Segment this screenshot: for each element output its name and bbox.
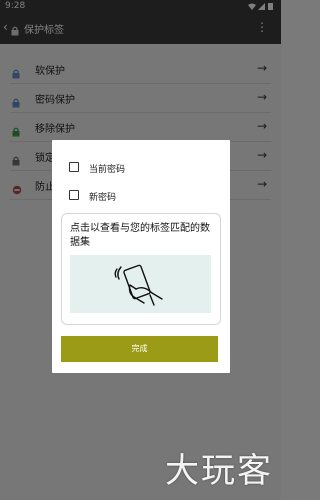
current-password-checkbox[interactable]: [69, 162, 79, 172]
scan-prompt: 点击以查看与您的标签匹配的数据集: [70, 223, 210, 248]
watermark: 大玩客: [165, 451, 273, 491]
nfc-scan-card[interactable]: 点击以查看与您的标签匹配的数据集: [61, 213, 221, 325]
new-password-label: 新密码: [89, 193, 117, 203]
nfc-illustration: [70, 255, 211, 313]
screen: 9:28 ‹ 保护标签 ⋮ 软保护 → 密码保护: [0, 0, 281, 500]
done-button[interactable]: 完成: [61, 336, 218, 362]
password-dialog: 当前密码 新密码 点击以查看与您的标签匹配的数据集 完成: [52, 140, 230, 373]
new-password-checkbox[interactable]: [69, 190, 79, 200]
phone-tap-icon: [114, 264, 163, 306]
current-password-label: 当前密码: [89, 165, 126, 175]
